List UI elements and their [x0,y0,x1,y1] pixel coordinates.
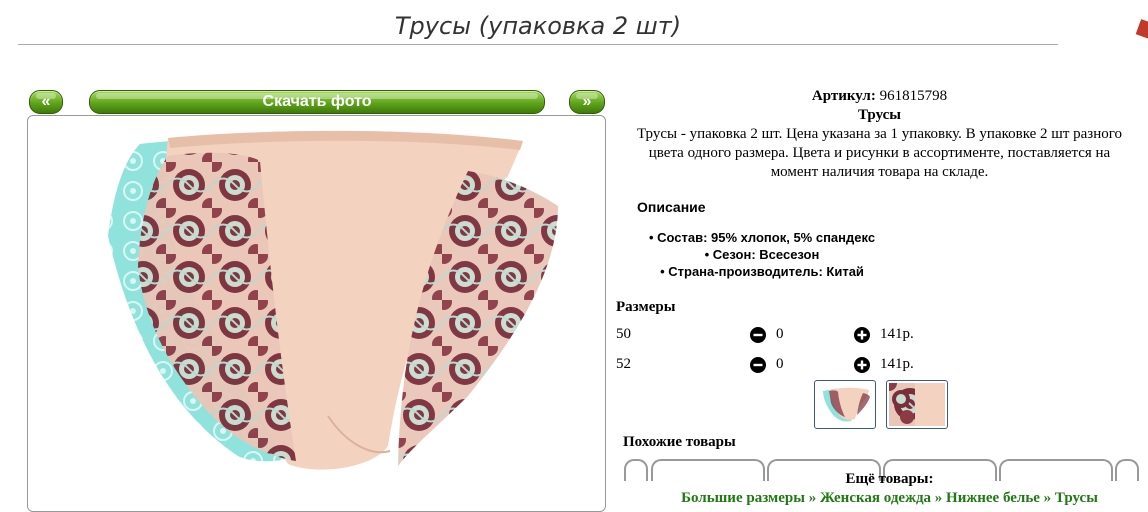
more-products-heading: Ещё товары: [845,471,934,487]
plus-circle-icon[interactable] [854,327,870,343]
prev-photo-button[interactable]: « [29,90,63,114]
download-photo-button[interactable]: Скачать фото [89,90,545,114]
article-label: Артикул: [811,88,876,104]
thumbnail-image [889,383,945,426]
quantity-value: 0 [776,326,784,342]
breadcrumb: Большие размеры » Женская одежда » Нижне… [612,490,1148,507]
size-row: 50 0 141р. [616,324,1036,346]
similar-products-heading: Похожие товары [623,434,736,450]
description-list: • Состав: 95% хлопок, 5% спандекс • Сезо… [612,229,912,280]
description-item: • Сезон: Всесезон [704,247,820,262]
product-name: Трусы [858,107,901,123]
button-shine [576,93,598,99]
next-photo-button[interactable]: » [569,90,605,114]
product-summary-2: цвета одного размера. Цвета и рисунки в … [648,145,1111,161]
product-summary-3: момент наличия товара на складе. [770,164,989,180]
description-heading: Описание [637,199,706,215]
price-value: 141р. [880,356,914,372]
corner-icon[interactable] [1132,18,1148,40]
price-value: 141р. [880,326,914,342]
button-shine [36,93,56,99]
size-value: 50 [616,326,631,342]
minus-circle-icon[interactable] [750,357,766,373]
thumbnail-image [823,387,870,422]
photo-thumbnail[interactable] [814,380,876,429]
product-summary-1: Трусы - упаковка 2 шт. Цена указана за 1… [636,126,1123,142]
product-illustration [108,130,558,470]
article-value: 961815798 [879,88,948,104]
plus-circle-icon[interactable] [854,357,870,373]
photo-thumbnail[interactable] [886,380,948,429]
product-info: Артикул: 961815798 Трусы Трусы - упаковк… [612,87,1147,182]
size-value: 52 [616,356,631,372]
description-item: • Состав: 95% хлопок, 5% спандекс [648,230,876,245]
page-title: Трусы (упаковка 2 шт) [394,12,682,40]
description-item: • Страна-производитель: Китай [660,264,864,279]
product-photo[interactable] [27,115,606,512]
minus-circle-icon[interactable] [750,327,766,343]
button-shine [96,93,538,99]
sizes-heading: Размеры [616,299,676,315]
quantity-value: 0 [776,356,784,372]
title-divider [18,44,1058,45]
size-row: 52 0 141р. [616,354,1036,376]
